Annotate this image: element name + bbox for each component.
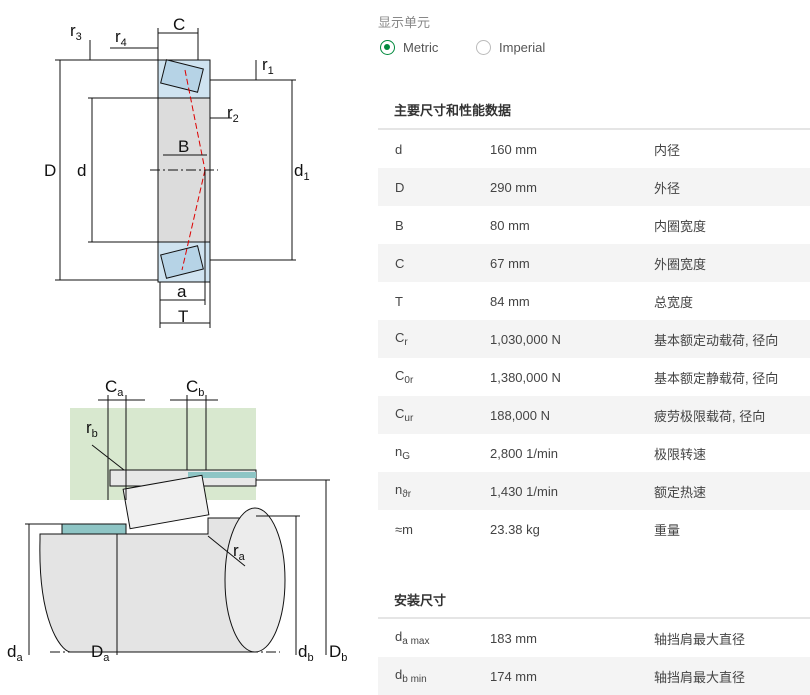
- spec-symbol-main: C: [395, 406, 405, 421]
- spec-symbol: db min: [378, 667, 490, 685]
- label-r2: r2: [227, 103, 239, 125]
- spec-description: 轴挡肩最大直径: [654, 631, 746, 647]
- spec-symbol-main: ≈m: [395, 521, 413, 537]
- imperial-label: Imperial: [499, 40, 546, 55]
- spec-symbol: Cur: [378, 406, 490, 424]
- label-B: B: [178, 137, 189, 156]
- bearing-section-drawing: [55, 28, 296, 328]
- label-Cb: Cb: [186, 377, 204, 399]
- label-d1: d1: [294, 161, 310, 183]
- imperial-radio[interactable]: Imperial: [476, 40, 545, 55]
- label-d: d: [77, 161, 86, 180]
- spec-description: 极限转速: [654, 446, 707, 462]
- spec-row: nG 2,800 1/min 极限转速: [378, 434, 810, 472]
- spec-symbol: D: [378, 180, 490, 195]
- spec-symbol-main: D: [395, 179, 405, 195]
- label-r3: r3: [70, 21, 82, 43]
- spec-description: 外径: [654, 180, 681, 196]
- spec-symbol: nϑr: [378, 482, 490, 500]
- label-da: da: [7, 642, 23, 664]
- units-title: 显示单元: [378, 15, 431, 30]
- spec-description: 轴挡肩最大直径: [654, 669, 746, 685]
- label-r4: r4: [115, 27, 127, 49]
- radio-unselected-icon: [476, 40, 491, 55]
- label-db: db: [298, 642, 314, 664]
- main-spec-table: d 160 mm 内径 D 290 mm 外径 B 80 mm 内圈宽度 C 67 mm 外圈宽度 T 8…: [378, 130, 810, 548]
- spec-symbol: nG: [378, 444, 490, 462]
- spec-symbol: C: [378, 256, 490, 271]
- spec-value: 183 mm: [490, 630, 537, 646]
- spec-value: 174 mm: [490, 668, 537, 684]
- spec-symbol: ≈m: [378, 522, 490, 537]
- spec-symbol-main: B: [395, 217, 404, 233]
- spec-row: C0r 1,380,000 N 基本额定静载荷, 径向: [378, 358, 810, 396]
- spec-row: ≈m 23.38 kg 重量: [378, 510, 810, 548]
- spec-description: 基本额定静载荷, 径向: [654, 370, 779, 386]
- spec-symbol: C0r: [378, 368, 490, 386]
- label-T: T: [178, 307, 188, 326]
- spec-symbol: T: [378, 294, 490, 309]
- spec-row: B 80 mm 内圈宽度: [378, 206, 810, 244]
- spec-description: 额定热速: [654, 484, 707, 500]
- spec-description: 内圈宽度: [654, 218, 707, 234]
- spec-value: 1,030,000 N: [490, 331, 561, 347]
- spec-symbol-main: d: [395, 141, 403, 157]
- spec-value: 160 mm: [490, 141, 537, 157]
- spec-row: d 160 mm 内径: [378, 130, 810, 168]
- spec-description: 基本额定动载荷, 径向: [654, 332, 779, 348]
- spec-symbol-main: T: [395, 293, 403, 309]
- spec-description: 内径: [654, 142, 681, 158]
- spec-value: 2,800 1/min: [490, 445, 558, 461]
- spec-symbol-sub: G: [402, 451, 411, 462]
- spec-symbol-sub: r: [404, 337, 408, 348]
- label-D: D: [44, 161, 56, 180]
- spec-symbol-sub: a max: [402, 636, 430, 647]
- mount-spec-table: da max 183 mm 轴挡肩最大直径 db min 174 mm 轴挡肩最大直径: [378, 619, 810, 695]
- spec-symbol: Cr: [378, 330, 490, 348]
- label-Db: Db: [329, 642, 347, 664]
- spec-symbol: d: [378, 142, 490, 157]
- spec-description: 重量: [654, 522, 681, 538]
- main-section-title: 主要尺寸和性能数据: [394, 103, 512, 118]
- spec-symbol-main: C: [395, 368, 405, 383]
- spec-symbol: B: [378, 218, 490, 233]
- spec-row: da max 183 mm 轴挡肩最大直径: [378, 619, 810, 657]
- spec-value: 188,000 N: [490, 407, 550, 423]
- spec-value: 67 mm: [490, 255, 530, 271]
- spec-symbol: da max: [378, 629, 490, 647]
- label-r1: r1: [262, 55, 274, 77]
- label-Ca: Ca: [105, 377, 124, 399]
- spec-symbol-main: C: [395, 255, 405, 271]
- spec-symbol-sub: ϑr: [402, 489, 412, 500]
- metric-label: Metric: [403, 40, 439, 55]
- label-a: a: [177, 282, 187, 301]
- spec-row: db min 174 mm 轴挡肩最大直径: [378, 657, 810, 695]
- spec-value: 1,380,000 N: [490, 369, 561, 385]
- spec-row: D 290 mm 外径: [378, 168, 810, 206]
- metric-radio[interactable]: Metric: [380, 40, 438, 55]
- mounting-drawing: [25, 395, 330, 655]
- product-data-panel: 显示单元 Metric Imperial 主要尺寸和性能数据 d 160 mm 内径…: [378, 0, 810, 695]
- spec-symbol-sub: b min: [402, 674, 427, 685]
- spec-row: C 67 mm 外圈宽度: [378, 244, 810, 282]
- spec-value: 80 mm: [490, 217, 530, 233]
- label-C: C: [173, 15, 185, 34]
- spec-row: T 84 mm 总宽度: [378, 282, 810, 320]
- spec-value: 23.38 kg: [490, 521, 540, 537]
- spec-symbol-main: C: [395, 330, 405, 345]
- spec-description: 总宽度: [654, 294, 694, 310]
- spec-symbol-sub: 0r: [404, 375, 414, 386]
- mount-section-title: 安装尺寸: [394, 593, 447, 608]
- bearing-diagrams: r3 r4 C r1 r2 D d B d1 a T Ca Cb rb ra d…: [7, 15, 347, 664]
- spec-row: nϑr 1,430 1/min 额定热速: [378, 472, 810, 510]
- spec-row: Cr 1,030,000 N 基本额定动载荷, 径向: [378, 320, 810, 358]
- spec-description: 外圈宽度: [654, 256, 707, 272]
- spec-symbol-sub: ur: [404, 413, 414, 424]
- spec-row: Cur 188,000 N 疲劳极限载荷, 径向: [378, 396, 810, 434]
- radio-selected-icon: [380, 40, 395, 55]
- spec-value: 1,430 1/min: [490, 483, 558, 499]
- spec-description: 疲劳极限载荷, 径向: [654, 408, 766, 424]
- spec-value: 84 mm: [490, 293, 530, 309]
- spec-value: 290 mm: [490, 179, 537, 195]
